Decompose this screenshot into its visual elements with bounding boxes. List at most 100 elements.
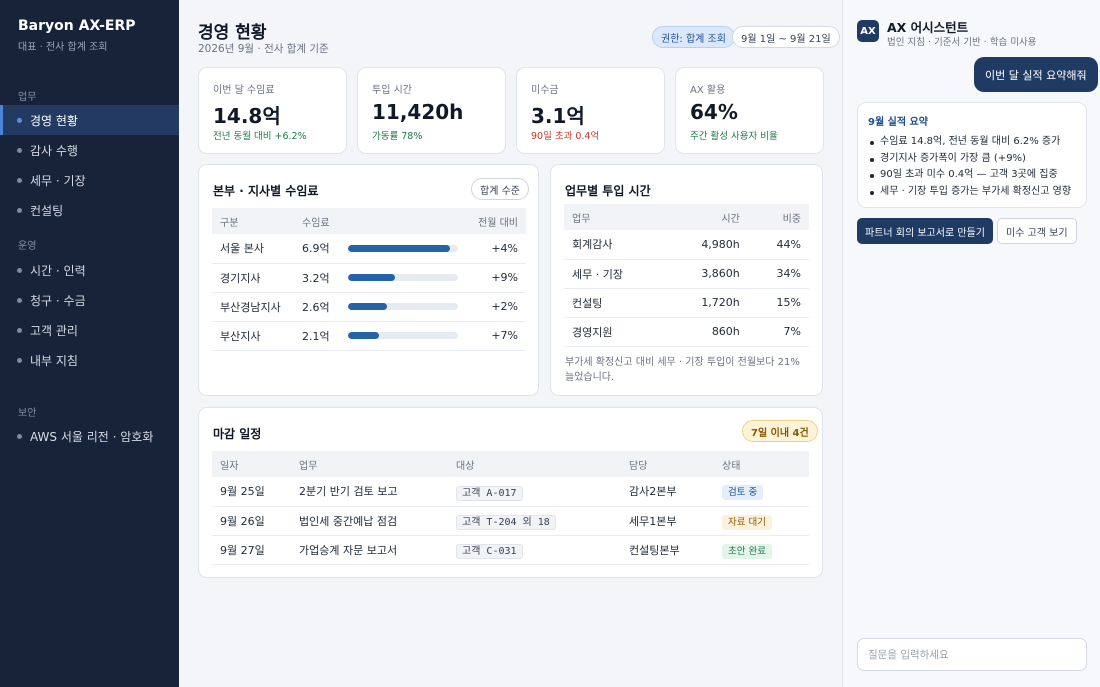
assistant-subtitle: 법인 지침 · 기준서 기반 · 학습 미사용: [887, 37, 1037, 48]
branch-name: 부산경남지사: [212, 292, 294, 322]
column-header: 일자: [212, 451, 291, 477]
sidebar-item-label: 세무 · 기장: [30, 173, 86, 188]
client-code: 고객 A-017: [456, 485, 523, 501]
task-name: 세무 · 기장: [564, 259, 666, 289]
table-row: 경영지원 860h 7%: [564, 317, 809, 347]
progress-bar: [348, 303, 387, 310]
kpi-note: 가동률 78%: [372, 131, 423, 142]
progress-track: [348, 332, 458, 339]
sidebar-item-tax[interactable]: 세무 · 기장: [0, 165, 179, 195]
task-share: 34%: [747, 259, 809, 289]
chat-input[interactable]: [857, 638, 1087, 671]
deadline-task: 2분기 반기 검토 보고: [291, 477, 448, 507]
sidebar-item-guidelines[interactable]: 내부 지침: [0, 345, 179, 375]
progress-bar: [348, 332, 379, 339]
brand: Baryon AX-ERP 대표 · 전사 합계 조회: [0, 0, 179, 53]
kpi-card-hours: 투입 시간 11,420h 가동률 78%: [357, 67, 506, 154]
kpi-value: 11,420h: [372, 100, 464, 124]
deadline-status-cell: 검토 중: [714, 477, 809, 507]
task-hours: 860h: [665, 317, 748, 347]
sidebar-item-time[interactable]: 시간 · 인력: [0, 255, 179, 285]
kpi-label: 투입 시간: [372, 85, 412, 96]
reply-item: 수임료 14.8억, 전년 동월 대비 6.2% 증가: [868, 134, 1076, 151]
column-header: 상태: [714, 451, 809, 477]
deadline-count-badge: 7일 이내 4건: [742, 420, 818, 442]
card-title: 본부 · 지사별 수임료: [213, 184, 319, 198]
bullet-icon: [17, 268, 22, 273]
hours-table: 업무 시간 비중 회계감사 4,980h 44% 세무 · 기장 3,860h 34% 컨설…: [564, 204, 809, 347]
task-hours: 3,860h: [665, 259, 748, 289]
branch-change: +7%: [468, 321, 526, 351]
column-header: 담당: [621, 451, 714, 477]
hours-note: 부가세 확정신고 대비 세무 · 기장 투입이 전월보다 21% 늘었습니다.: [565, 357, 800, 383]
branch-amount: 6.9억: [294, 234, 340, 264]
bullet-icon: [17, 358, 22, 363]
sidebar-item-aws[interactable]: AWS 서울 리전 · 암호화: [0, 421, 179, 451]
date-range-button[interactable]: 9월 1일 ~ 9월 21일: [732, 26, 840, 48]
branch-name: 경기지사: [212, 263, 294, 293]
table-row: 세무 · 기장 3,860h 34%: [564, 259, 809, 289]
table-row[interactable]: 9월 27일 가업승계 자문 보고서 고객 C-031 컨설팅본부 초안 완료: [212, 535, 809, 565]
client-code: 고객 C-031: [456, 544, 523, 559]
sidebar-item-clients[interactable]: 고객 관리: [0, 315, 179, 345]
branch-change: +9%: [468, 263, 526, 293]
branch-amount: 2.6억: [294, 292, 340, 322]
column-header: 전월 대비: [468, 208, 526, 234]
table-row: 컨설팅 1,720h 15%: [564, 288, 809, 318]
progress-track: [348, 274, 458, 281]
bullet-icon: [17, 208, 22, 213]
table-row[interactable]: 9월 25일 2분기 반기 검토 보고 고객 A-017 감사2본부 검토 중: [212, 477, 809, 507]
sidebar-item-billing[interactable]: 청구 · 수금: [0, 285, 179, 315]
reply-item: 세무 · 기장 투입 증가는 부가세 확정신고 영향: [868, 184, 1076, 201]
table-row[interactable]: 9월 26일 법인세 중간예납 점검 고객 T-204 외 18 세무1본부 자료 대기: [212, 506, 809, 536]
bullet-icon: [17, 328, 22, 333]
column-header: 수임료: [294, 208, 469, 234]
bar-cell: [340, 292, 469, 322]
kpi-label: AX 활용: [690, 85, 726, 96]
sidebar-item-label: 청구 · 수금: [30, 293, 86, 308]
deadline-status-cell: 초안 완료: [714, 535, 809, 565]
deadline-owner: 감사2본부: [621, 477, 714, 507]
bullet-icon: [17, 178, 22, 183]
nav-section-ops: 운영: [18, 241, 37, 252]
app-subtitle: 대표 · 전사 합계 조회: [18, 42, 108, 53]
bullet-icon: [17, 298, 22, 303]
sidebar-item-consulting[interactable]: 컨설팅: [0, 195, 179, 225]
assistant-panel: AX AX 어시스턴트 법인 지침 · 기준서 기반 · 학습 미사용 이번 달…: [842, 0, 1100, 687]
sidebar-item-overview[interactable]: 경영 현황: [0, 105, 179, 135]
sidebar-item-label: 감사 수행: [30, 143, 78, 158]
hours-by-task-card: 업무별 투입 시간 업무 시간 비중 회계감사 4,980h 44% 세무 · 기장 3…: [550, 164, 823, 396]
task-share: 15%: [747, 288, 809, 318]
sidebar-item-label: 내부 지침: [30, 353, 78, 368]
deadline-owner: 세무1본부: [621, 506, 714, 536]
kpi-note: 전년 동월 대비 +6.2%: [213, 131, 307, 142]
table-row: 부산지사 2.1억 +7%: [212, 321, 526, 351]
view-unpaid-clients-button[interactable]: 미수 고객 보기: [997, 218, 1077, 244]
progress-track: [348, 244, 458, 252]
branch-change: +4%: [468, 234, 526, 264]
aggregate-level-button[interactable]: 합계 수준: [471, 178, 529, 200]
sidebar-item-label: 컨설팅: [30, 203, 64, 218]
kpi-note: 90일 초과 0.4억: [531, 131, 600, 142]
permission-badge: 권한: 합계 조회: [652, 26, 735, 48]
column-header: 업무: [564, 204, 666, 230]
sidebar-item-label: 시간 · 인력: [30, 263, 86, 278]
table-row: 서울 본사 6.9억 +4%: [212, 234, 526, 264]
make-report-button[interactable]: 파트너 회의 보고서로 만들기: [857, 218, 993, 244]
progress-bar: [348, 244, 451, 252]
client-code: 고객 T-204 외 18: [456, 515, 556, 530]
kpi-label: 이번 달 수임료: [213, 85, 275, 96]
task-hours: 4,980h: [665, 230, 748, 260]
deadline-date: 9월 26일: [212, 506, 291, 536]
kpi-label: 미수금: [531, 85, 559, 96]
deadline-date: 9월 27일: [212, 535, 291, 565]
sidebar-item-audit[interactable]: 감사 수행: [0, 135, 179, 165]
status-badge: 자료 대기: [722, 514, 772, 530]
deadlines-card: 마감 일정 7일 이내 4건 일자 업무 대상 담당 상태 9월 25일 2분기 …: [198, 407, 823, 578]
branch-revenue-card: 본부 · 지사별 수임료 합계 수준 구분 수임료 전월 대비 서울 본사 6.9…: [198, 164, 539, 396]
branch-amount: 3.2억: [294, 263, 340, 293]
kpi-value: 64%: [690, 100, 738, 124]
branch-name: 부산지사: [212, 321, 294, 351]
sidebar-item-label: AWS 서울 리전 · 암호화: [30, 429, 154, 444]
kpi-note: 주간 활성 사용자 비율: [690, 131, 778, 142]
